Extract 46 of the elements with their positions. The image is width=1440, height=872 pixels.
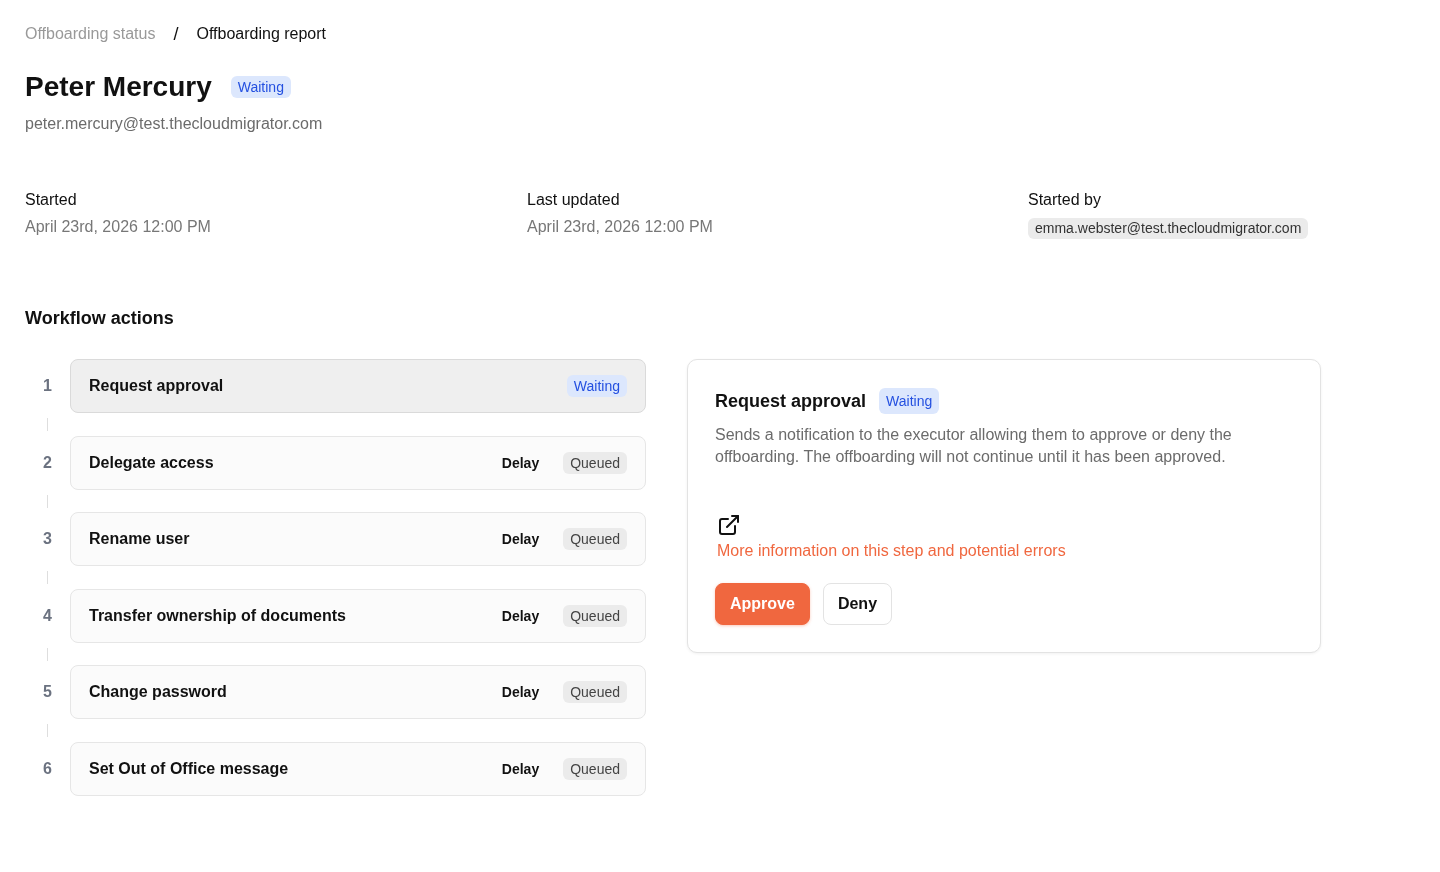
secondary-button[interactable]: Deny bbox=[822, 583, 893, 625]
step-card[interactable]: Change password Delay Queued bbox=[70, 665, 646, 720]
step-name: Delegate access bbox=[89, 452, 215, 473]
breadcrumb-current: Offboarding report bbox=[196, 24, 327, 44]
step-card[interactable]: Set Out of Office message Delay Queued bbox=[70, 741, 646, 796]
user-name: Peter Mercury bbox=[25, 70, 212, 104]
step-name: Request approval bbox=[89, 376, 225, 396]
delay-label: Delay bbox=[501, 759, 540, 778]
status-badge: Queued bbox=[563, 604, 627, 627]
step-number: 2 bbox=[42, 452, 53, 473]
status-badge: Queued bbox=[563, 681, 627, 704]
step-number: 5 bbox=[42, 682, 53, 703]
detail-label: Last updated bbox=[527, 190, 620, 210]
status-badge: Queued bbox=[563, 757, 627, 780]
step-number: 1 bbox=[42, 376, 53, 396]
step-name: Change password bbox=[89, 682, 228, 703]
external-link-icon[interactable] bbox=[719, 515, 739, 535]
step-card[interactable]: Transfer ownership of documents Delay Queued bbox=[70, 588, 646, 643]
step-card[interactable]: Delegate access Delay Queued bbox=[70, 435, 646, 490]
step-name: Transfer ownership of documents bbox=[89, 605, 347, 626]
delay-label: Delay bbox=[501, 606, 540, 625]
delay-label: Delay bbox=[501, 683, 540, 702]
step-card[interactable]: Request approval Waiting bbox=[70, 359, 646, 413]
detail-label: Started by bbox=[1028, 190, 1101, 210]
step-card[interactable]: Rename user Delay Queued bbox=[70, 512, 646, 567]
status-badge: Waiting bbox=[879, 388, 940, 414]
email-tag: emma.webster@test.thecloudmigrator.com bbox=[1028, 218, 1309, 239]
step-number: 4 bbox=[42, 605, 53, 626]
detail-label: Started bbox=[25, 190, 77, 210]
delay-label: Delay bbox=[501, 530, 540, 549]
status-badge: Waiting bbox=[230, 76, 291, 98]
step-description: Sends a notification to the executor allowing them to approve or deny the offboarding. The offboarding will not continue until it has been approved. bbox=[715, 425, 1233, 467]
delay-label: Delay bbox=[501, 453, 540, 472]
breadcrumb-separator: / bbox=[173, 24, 179, 44]
status-badge: Waiting bbox=[566, 375, 627, 397]
status-badge: Queued bbox=[563, 528, 627, 551]
step-number: 3 bbox=[42, 529, 53, 550]
status-badge: Queued bbox=[563, 451, 627, 474]
detail-value: April 23rd, 2026 12:00 PM bbox=[25, 217, 211, 237]
step-name: Rename user bbox=[89, 529, 191, 550]
step-number: 6 bbox=[42, 758, 53, 779]
step-name: Set Out of Office message bbox=[89, 758, 290, 779]
section-title: Workflow actions bbox=[25, 307, 174, 330]
detail-value: April 23rd, 2026 12:00 PM bbox=[527, 217, 713, 237]
user-email: peter.mercury@test.thecloudmigrator.com bbox=[25, 114, 323, 134]
panel-title: Request approval bbox=[715, 390, 867, 413]
